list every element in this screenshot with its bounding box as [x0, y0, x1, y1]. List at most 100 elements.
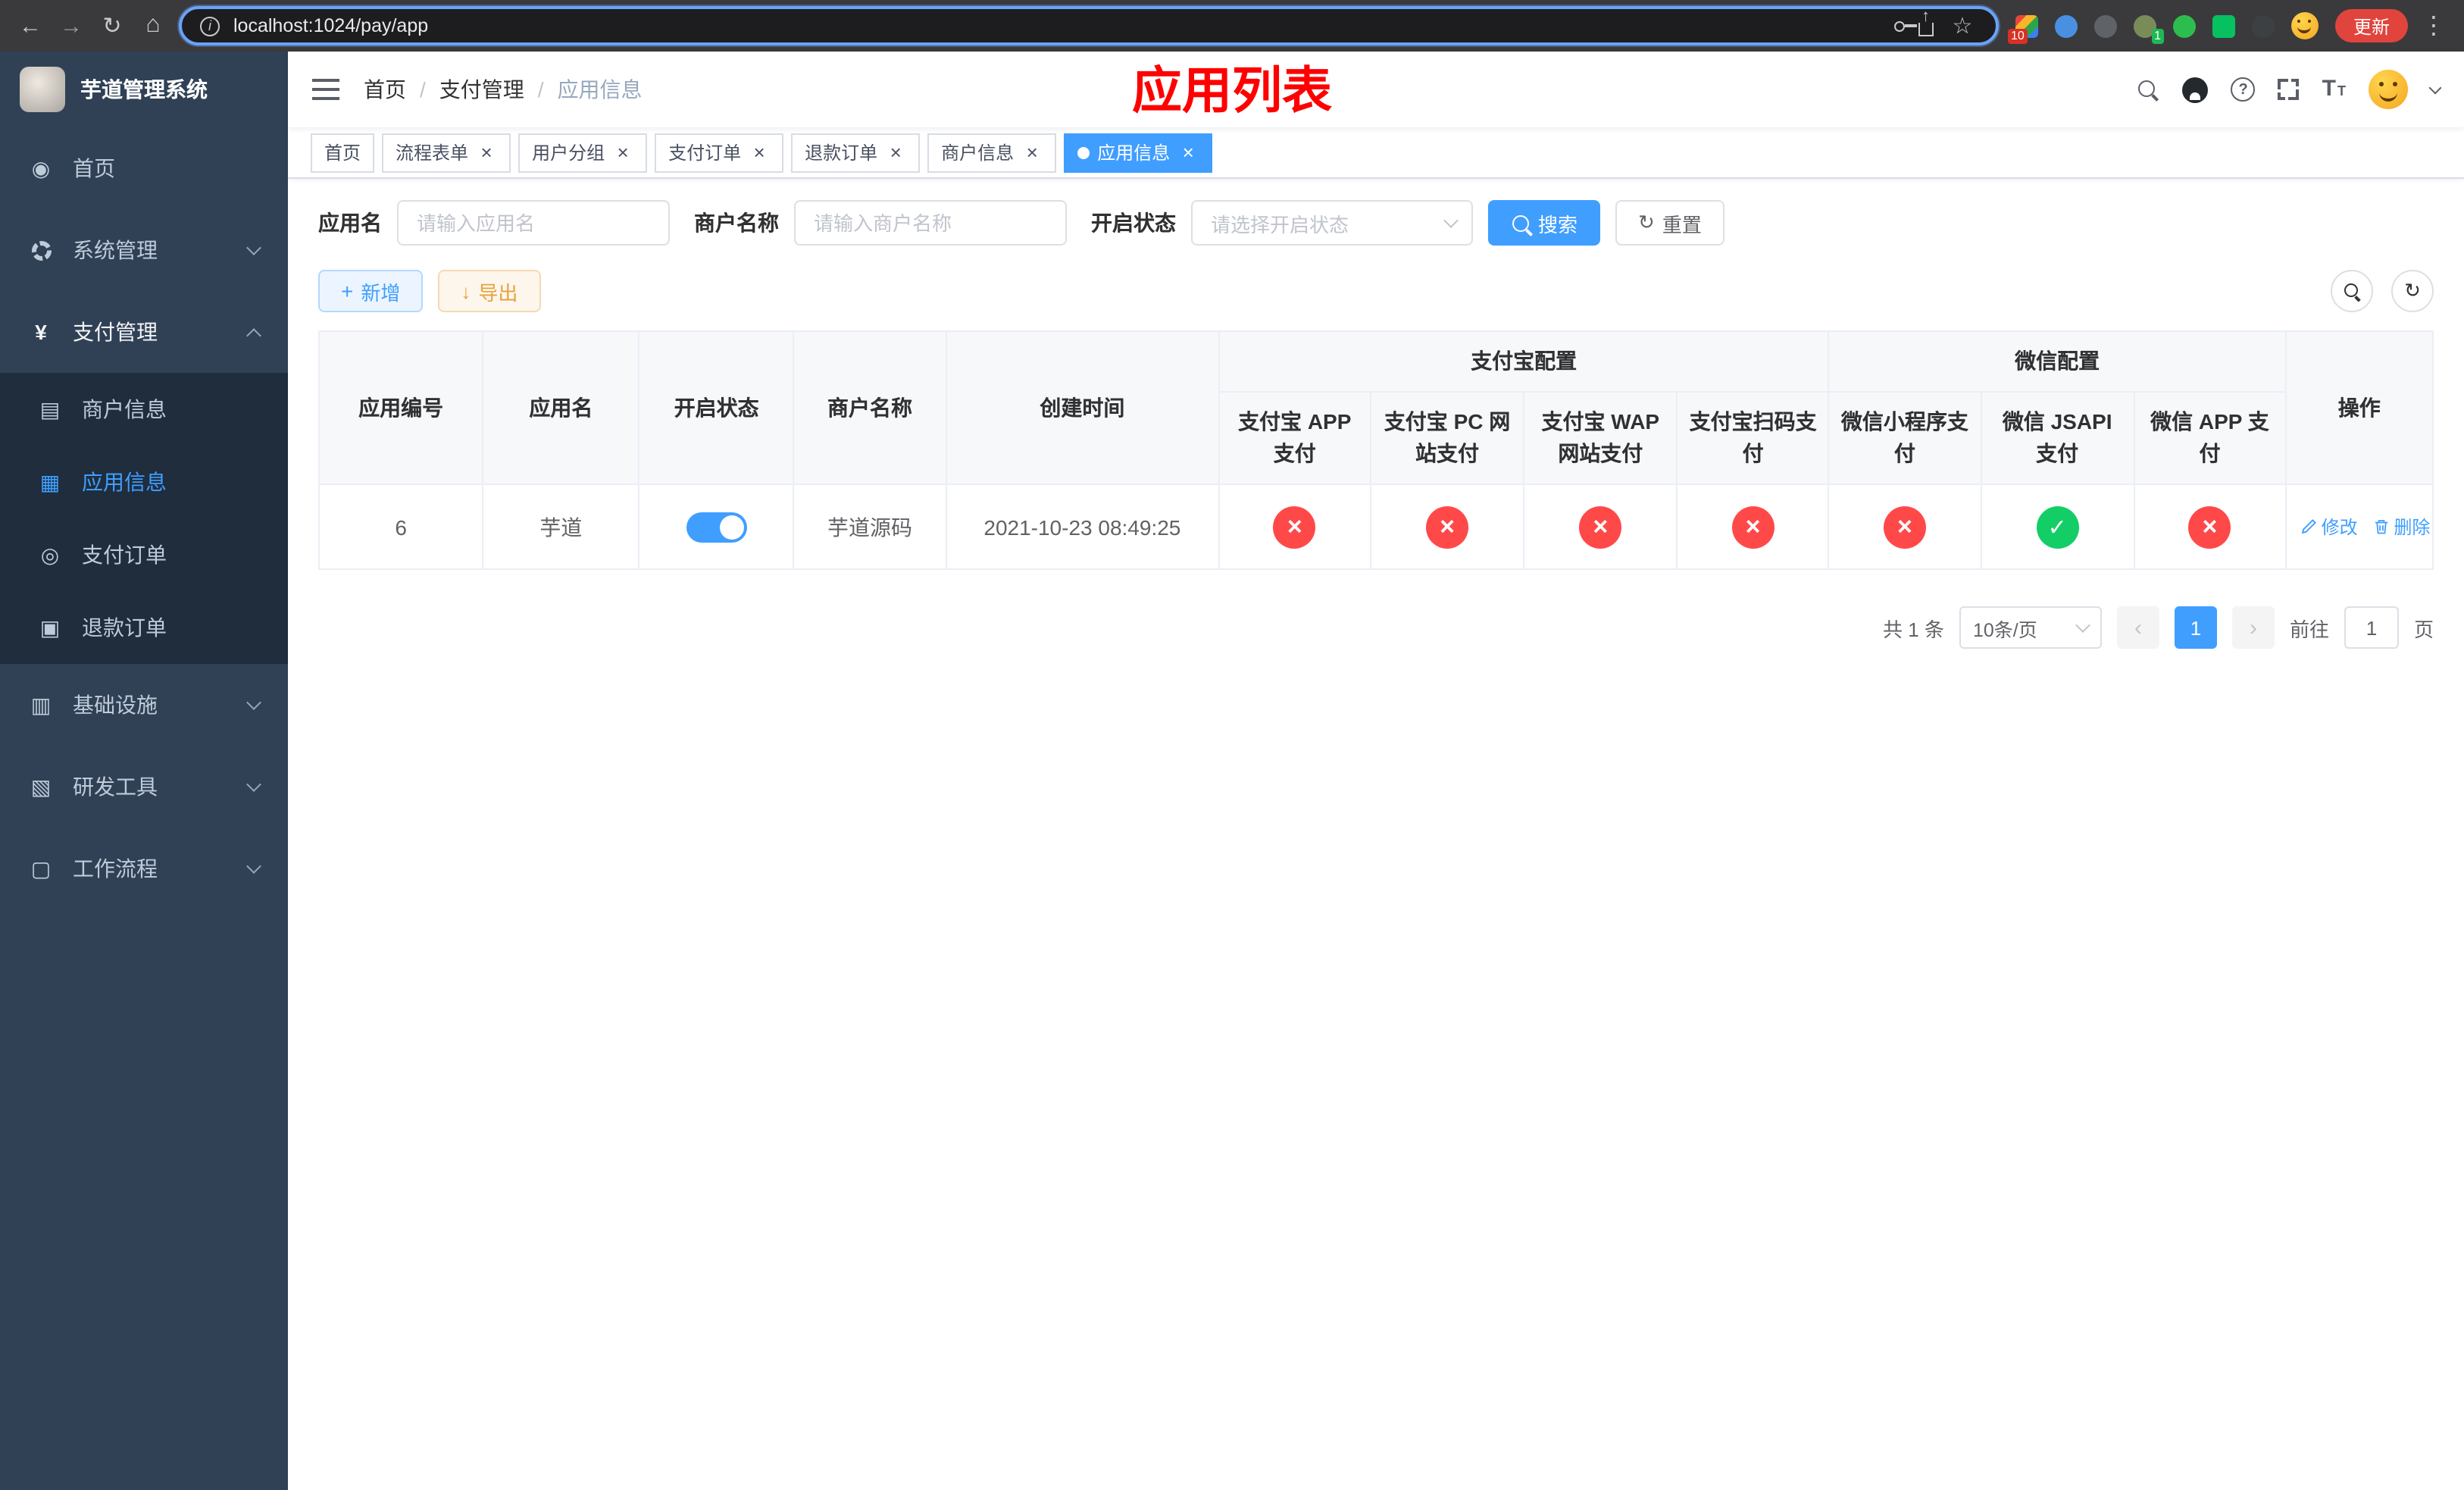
browser-profile-avatar[interactable] [2290, 12, 2319, 39]
pagination: 共 1 条 10条/页 1 前往 页 [318, 606, 2434, 649]
goto-page-input[interactable] [2344, 606, 2399, 649]
cell-create-time: 2021-10-23 08:49:25 [945, 484, 1220, 570]
extension-icon-6[interactable] [2212, 14, 2235, 37]
breadcrumb: 首页 支付管理 应用信息 [364, 74, 643, 105]
breadcrumb-payment[interactable]: 支付管理 [439, 74, 524, 105]
tab-user-group[interactable]: 用户分组 [518, 133, 648, 172]
close-icon[interactable] [885, 142, 906, 163]
hamburger-icon[interactable] [312, 79, 339, 100]
col-actions: 操作 [2284, 330, 2434, 485]
address-bar[interactable]: localhost:1024/pay/app [179, 6, 1999, 45]
tab-payment-order[interactable]: 支付订单 [655, 133, 784, 172]
browser-reload-icon[interactable] [97, 12, 127, 39]
close-icon[interactable] [1021, 142, 1043, 163]
chevron-down-icon[interactable] [2428, 80, 2442, 94]
sidebar-item-payment[interactable]: 支付管理 [0, 291, 288, 373]
breadcrumb-home[interactable]: 首页 [364, 74, 406, 105]
tab-app-info[interactable]: 应用信息 [1064, 133, 1213, 172]
close-icon[interactable] [1177, 142, 1199, 163]
trash-icon [2375, 520, 2387, 534]
help-icon[interactable] [2231, 77, 2256, 102]
logo-avatar [20, 67, 65, 112]
cell-wechat-jsapi [1980, 484, 2135, 570]
cell-alipay-qr [1676, 484, 1830, 570]
site-info-icon[interactable] [200, 16, 220, 36]
browser-forward-icon[interactable] [56, 13, 86, 39]
extension-icon-3[interactable] [2093, 14, 2117, 37]
table-row: 6 芋道 芋道源码 2021-10-23 08:49:25 × × × × × … [317, 484, 2434, 570]
sidebar-item-home[interactable]: 首页 [0, 127, 288, 209]
status-select[interactable]: 请选择开启状态 [1191, 200, 1473, 246]
share-icon[interactable] [1918, 7, 1934, 36]
reset-button[interactable]: 重置 [1615, 200, 1724, 246]
goto-prefix-label: 前往 [2289, 618, 2329, 640]
tab-merchant-info[interactable]: 商户信息 [927, 133, 1057, 172]
browser-menu-icon[interactable] [2419, 11, 2449, 41]
export-button[interactable]: 导出 [438, 270, 541, 312]
browser-update-button[interactable]: 更新 [2334, 9, 2408, 42]
sidebar-item-payment-order[interactable]: 支付订单 [0, 518, 288, 591]
extension-icon-1[interactable]: 10 [2007, 14, 2038, 43]
sidebar-item-label: 应用信息 [82, 470, 167, 494]
sidebar-item-refund-order[interactable]: 退款订单 [0, 591, 288, 664]
col-group-alipay: 支付宝配置 [1218, 330, 1830, 393]
sidebar-item-label: 退款订单 [82, 615, 167, 640]
fullscreen-icon[interactable] [2278, 79, 2300, 100]
github-icon[interactable] [2182, 77, 2209, 102]
user-avatar[interactable] [2369, 70, 2408, 109]
prev-page-button[interactable] [2116, 606, 2159, 649]
sidebar-item-merchant-info[interactable]: 商户信息 [0, 373, 288, 446]
tab-process-form[interactable]: 流程表单 [382, 133, 511, 172]
cell-merchant-name: 芋道源码 [793, 484, 947, 570]
bookmark-star-icon[interactable] [1947, 12, 1978, 39]
close-icon[interactable] [476, 142, 497, 163]
extension-icon-2[interactable] [2054, 14, 2078, 37]
chevron-down-icon [246, 695, 261, 710]
toggle-search-button[interactable] [2331, 270, 2373, 312]
refund-order-icon [38, 615, 62, 640]
edit-link[interactable]: 修改 [2300, 514, 2358, 540]
page-size-select[interactable]: 10条/页 [1959, 606, 2102, 649]
refresh-table-button[interactable] [2391, 270, 2434, 312]
close-icon[interactable] [612, 142, 633, 163]
add-button[interactable]: 新增 [318, 270, 424, 312]
merchant-card-icon [38, 396, 62, 422]
sidebar-item-infrastructure[interactable]: 基础设施 [0, 664, 288, 746]
next-page-button[interactable] [2231, 606, 2275, 649]
extension-icon-7[interactable] [2251, 14, 2275, 37]
alipay-pc-status-icon [1426, 506, 1469, 548]
sidebar-item-app-info[interactable]: 应用信息 [0, 446, 288, 518]
col-app-id: 应用编号 [317, 330, 484, 485]
close-icon[interactable] [749, 142, 770, 163]
status-toggle[interactable] [686, 512, 747, 542]
extension-icon-4[interactable]: 1 [2133, 14, 2164, 43]
wechat-lite-status-icon [1883, 506, 1926, 548]
sidebar-item-workflow[interactable]: 工作流程 [0, 828, 288, 909]
wechat-app-status-icon [2188, 506, 2231, 548]
page-number-button[interactable]: 1 [2174, 606, 2217, 649]
breadcrumb-separator [420, 77, 426, 102]
extension-icon-5[interactable] [2172, 14, 2196, 37]
browser-home-icon[interactable] [138, 12, 168, 39]
delete-label: 删除 [2394, 517, 2431, 538]
cell-app-id: 6 [317, 484, 484, 570]
col-wechat-lite: 微信小程序支付 [1828, 391, 1982, 485]
app-grid-icon [38, 469, 62, 495]
sidebar-item-system[interactable]: 系统管理 [0, 209, 288, 291]
search-button[interactable]: 搜索 [1488, 200, 1601, 246]
alipay-app-status-icon [1273, 506, 1316, 548]
search-button-label: 搜索 [1538, 213, 1578, 236]
delete-link[interactable]: 删除 [2372, 514, 2430, 540]
col-alipay-app: 支付宝 APP 支付 [1218, 391, 1371, 485]
merchant-name-label: 商户名称 [694, 211, 779, 235]
sidebar-item-label: 工作流程 [73, 856, 158, 881]
tab-home[interactable]: 首页 [311, 133, 375, 172]
merchant-name-input[interactable] [794, 200, 1067, 246]
browser-back-icon[interactable] [15, 13, 45, 39]
search-icon[interactable] [2137, 78, 2160, 101]
password-key-icon[interactable] [1893, 20, 1917, 31]
tab-refund-order[interactable]: 退款订单 [791, 133, 921, 172]
app-name-input[interactable] [397, 200, 670, 246]
sidebar-item-devtools[interactable]: 研发工具 [0, 746, 288, 828]
font-size-icon[interactable] [2322, 76, 2346, 103]
